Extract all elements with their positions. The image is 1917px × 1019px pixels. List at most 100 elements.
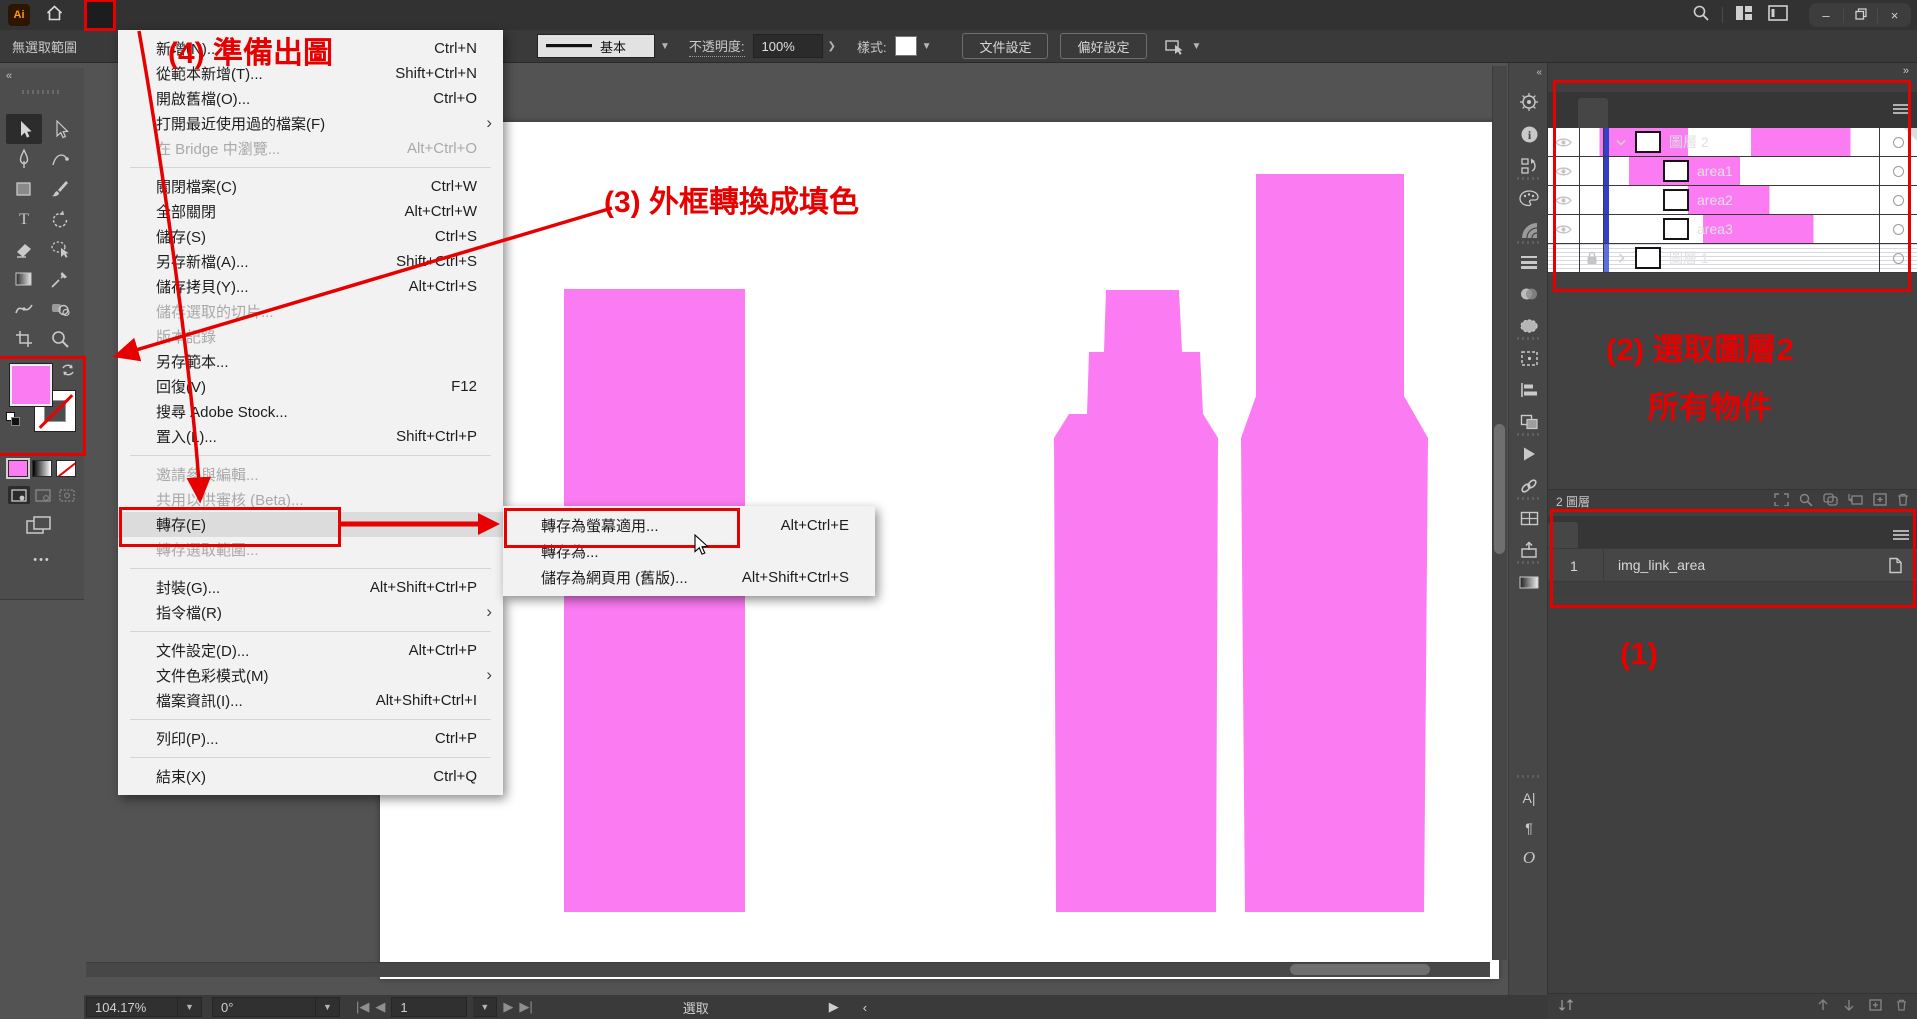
menu-item[interactable]: 儲存選取的切片... — [118, 299, 503, 324]
last-artboard-icon[interactable]: ▶| — [519, 999, 532, 1015]
menu-item[interactable]: 儲存(S) Ctrl+S — [118, 224, 503, 249]
layer-row[interactable]: area2 — [1548, 186, 1917, 215]
move-down-icon[interactable] — [1843, 998, 1855, 1016]
zoom-tool[interactable] — [42, 324, 78, 354]
none-button[interactable] — [56, 460, 76, 477]
expand-chevron-icon[interactable] — [1609, 139, 1633, 146]
visibility-toggle[interactable] — [1548, 186, 1580, 214]
next-artboard-icon[interactable]: ▶ — [503, 999, 513, 1015]
appearance-icon[interactable] — [1509, 313, 1549, 339]
app-logo-icon[interactable]: Ai — [8, 4, 30, 26]
rotation-field[interactable]: 0° — [212, 997, 316, 1017]
layer-name[interactable]: 圖層 2 — [1669, 132, 1879, 152]
direct-selection-tool[interactable] — [42, 114, 78, 144]
gradient-tool[interactable] — [6, 264, 42, 294]
artboard-number-field[interactable]: 1 — [391, 997, 467, 1017]
draw-inside-icon[interactable] — [56, 486, 78, 504]
artboard-row[interactable]: 1 img_link_area — [1548, 548, 1917, 582]
lock-toggle[interactable] — [1580, 128, 1604, 156]
menu-item[interactable]: 封裝(G)... Alt+Shift+Ctrl+P — [118, 575, 503, 600]
chevron-down-icon[interactable]: ▼ — [655, 41, 675, 52]
delete-layer-icon[interactable] — [1897, 493, 1909, 509]
target-circle[interactable] — [1879, 244, 1917, 272]
menu-bar-item[interactable] — [145, 0, 175, 30]
prev-artboard-icon[interactable]: ◀ — [375, 999, 385, 1015]
new-sublayer-icon[interactable] — [1848, 493, 1863, 509]
menu-item[interactable]: 邀請參與編輯... — [118, 462, 503, 487]
stroke-style-dropdown[interactable]: 基本 — [537, 34, 655, 58]
dock-grip[interactable] — [1517, 561, 1541, 564]
screen-mode-icon[interactable] — [26, 516, 52, 541]
status-chevron-icon[interactable]: ‹ — [863, 1000, 867, 1015]
opentype-panel-icon[interactable]: O — [1509, 845, 1549, 871]
opacity-field[interactable]: 100% — [753, 34, 823, 58]
menu-item[interactable]: 儲存拷貝(Y)... Alt+Ctrl+S — [118, 274, 503, 299]
gradient-panel-icon[interactable] — [1509, 569, 1549, 595]
actions-panel-icon[interactable] — [1509, 441, 1549, 467]
target-circle[interactable] — [1879, 215, 1917, 243]
move-up-icon[interactable] — [1817, 998, 1829, 1016]
menu-bar-item[interactable] — [115, 0, 145, 30]
info-icon[interactable]: i — [1509, 121, 1549, 147]
menu-item[interactable]: 回復(V) F12 — [118, 374, 503, 399]
menu-bar-item[interactable] — [175, 0, 205, 30]
layer-thumbnail[interactable] — [1663, 160, 1689, 182]
panel-tab[interactable] — [1578, 98, 1608, 128]
menu-bar-item[interactable] — [265, 0, 295, 30]
collapse-panels-icon[interactable]: » — [1903, 65, 1909, 77]
target-circle[interactable] — [1879, 157, 1917, 185]
restore-button[interactable] — [1843, 8, 1877, 23]
isolate-selected-icon[interactable]: ▼ — [1165, 37, 1207, 55]
menu-item[interactable]: 共用以供審核 (Beta)... — [118, 487, 503, 512]
menu-item[interactable]: 另存範本... — [118, 349, 503, 374]
draw-normal-icon[interactable] — [8, 486, 30, 504]
menu-item[interactable]: 另存新檔(A)... Shift+Ctrl+S — [118, 249, 503, 274]
dock-grip[interactable] — [1517, 241, 1541, 244]
gradient-button[interactable] — [32, 460, 52, 477]
style-swatch[interactable] — [895, 36, 917, 56]
zoom-level-field[interactable]: 104.17% — [86, 997, 178, 1017]
submenu-item[interactable]: 儲存為網頁用 (舊版)... Alt+Shift+Ctrl+S — [503, 564, 875, 590]
horizontal-scrollbar-thumb[interactable] — [1290, 964, 1430, 975]
visibility-toggle[interactable] — [1548, 157, 1580, 185]
arrange-documents-icon[interactable] — [1761, 5, 1795, 26]
menu-item[interactable]: 全部關閉 Alt+Ctrl+W — [118, 199, 503, 224]
locate-object-icon[interactable] — [1799, 493, 1813, 509]
submenu-item[interactable]: 轉存為螢幕適用... Alt+Ctrl+E — [503, 512, 875, 538]
layer-thumbnail[interactable] — [1663, 218, 1689, 240]
draw-behind-icon[interactable] — [32, 486, 54, 504]
character-panel-icon[interactable]: A| — [1509, 785, 1549, 811]
dock-grip[interactable] — [1517, 775, 1541, 778]
layer-row[interactable]: 圖層 1 — [1548, 244, 1917, 273]
menu-item[interactable]: 文件色彩模式(M) — [118, 663, 503, 688]
menu-item[interactable]: 文件設定(D)... Alt+Ctrl+P — [118, 638, 503, 663]
selection-tool[interactable] — [6, 114, 42, 144]
swap-fill-stroke-icon[interactable] — [60, 362, 76, 383]
menu-item[interactable]: 指令檔(R) — [118, 600, 503, 625]
menu-bar-item[interactable] — [295, 0, 325, 30]
search-icon[interactable] — [1684, 4, 1718, 27]
chevron-down-icon[interactable]: ▼ — [917, 41, 937, 52]
paintbrush-tool[interactable] — [42, 174, 78, 204]
zoom-dropdown-icon[interactable]: ▼ — [178, 997, 202, 1017]
delete-artboard-icon[interactable] — [1896, 998, 1907, 1016]
panel-menu-icon[interactable] — [1893, 528, 1909, 540]
lock-toggle[interactable] — [1580, 215, 1604, 243]
eyedropper-tool[interactable] — [42, 264, 78, 294]
opacity-label[interactable]: 不透明度: — [689, 36, 745, 57]
menu-item[interactable]: 檔案資訊(I)... Alt+Shift+Ctrl+I — [118, 688, 503, 713]
artboard-page-icon[interactable] — [1873, 557, 1917, 574]
panel-tab[interactable] — [1608, 98, 1638, 128]
visibility-toggle[interactable] — [1548, 215, 1580, 243]
minimize-button[interactable]: – — [1809, 8, 1843, 23]
vertical-scrollbar-thumb[interactable] — [1494, 424, 1505, 554]
paragraph-panel-icon[interactable]: ¶ — [1509, 815, 1549, 841]
eraser-tool[interactable] — [6, 234, 42, 264]
lock-toggle[interactable] — [1580, 186, 1604, 214]
menu-item[interactable]: 轉存(E) — [118, 512, 503, 537]
panel-menu-icon[interactable] — [1893, 102, 1909, 114]
shape-builder-tool[interactable] — [42, 294, 78, 324]
curvature-tool[interactable] — [42, 144, 78, 174]
color-button[interactable] — [8, 460, 28, 477]
new-layer-icon[interactable] — [1873, 493, 1887, 509]
